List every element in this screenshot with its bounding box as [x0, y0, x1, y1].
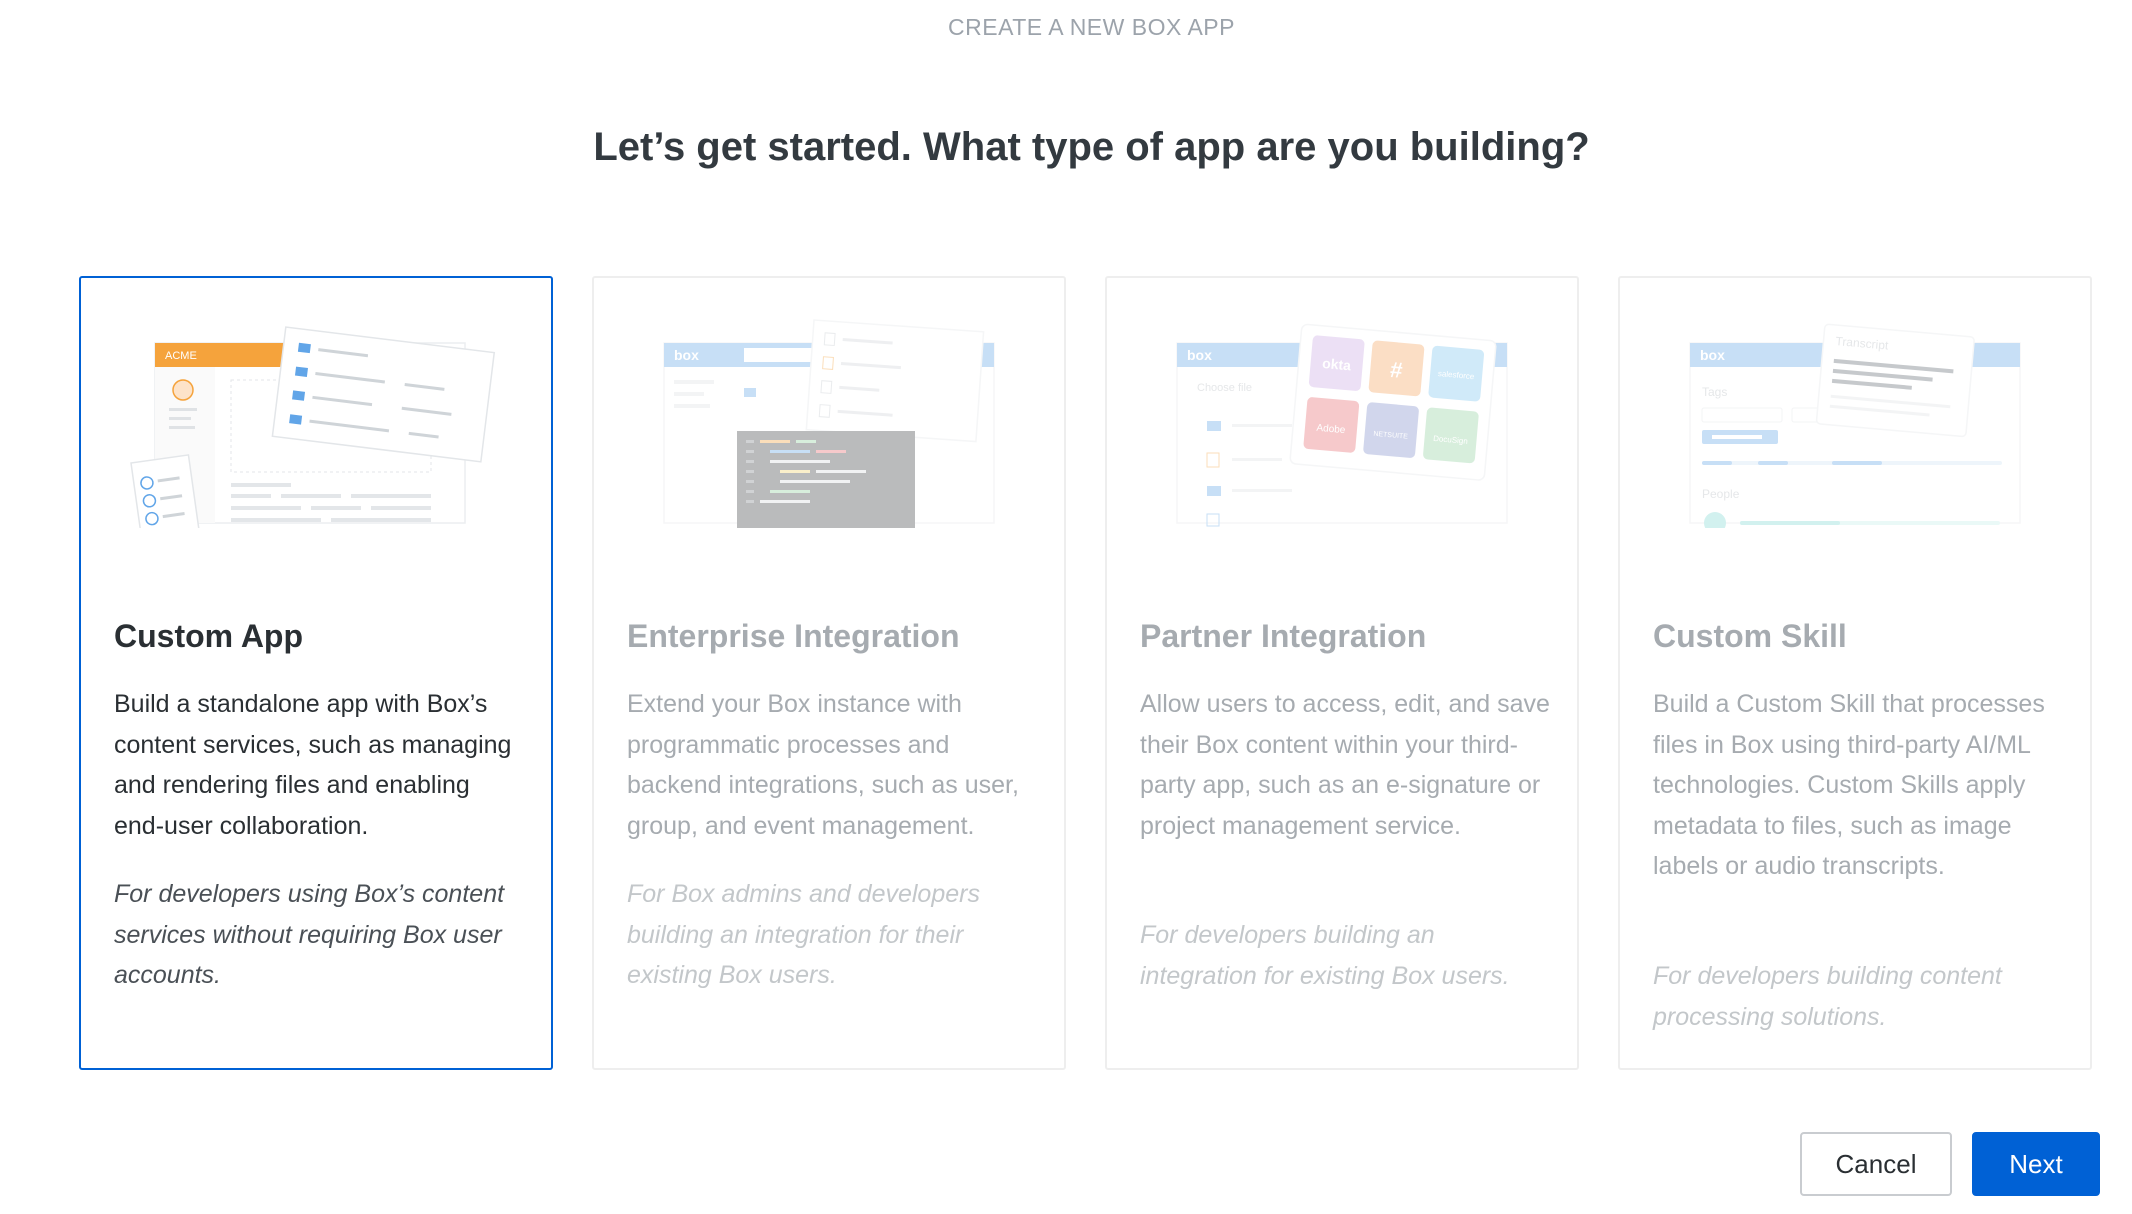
people-label: People	[1702, 487, 1740, 501]
acme-label: ACME	[165, 350, 197, 362]
card-title: Enterprise Integration	[627, 618, 960, 654]
card-custom-app[interactable]: ACME Custom App Build a standalone app w…	[79, 276, 553, 1070]
card-description: Build a standalone app with Box’s conten…	[114, 690, 512, 840]
card-title: Custom Skill	[1653, 618, 1847, 654]
card-description: Build a Custom Skill that processes file…	[1653, 690, 2045, 880]
partner-integration-illustration: box Choose file okta # salesforce Adobe …	[1176, 323, 1508, 527]
card-custom-skill[interactable]: box Tags People Transcript Custom Skill …	[1618, 276, 2092, 1070]
page-title: Let’s get started. What type of app are …	[593, 125, 1590, 169]
card-audience: For developers building content processi…	[1653, 962, 2002, 1031]
custom-app-illustration: ACME	[130, 326, 496, 528]
okta-tile: okta	[1322, 355, 1352, 373]
tags-label: Tags	[1702, 385, 1727, 399]
card-title: Partner Integration	[1140, 618, 1427, 654]
card-description: Allow users to access, edit, and save th…	[1140, 690, 1550, 840]
box-logo: box	[1187, 347, 1212, 363]
cancel-button[interactable]: Cancel	[1800, 1132, 1952, 1196]
choose-file-label: Choose file	[1197, 382, 1252, 394]
card-partner-integration[interactable]: box Choose file okta # salesforce Adobe …	[1105, 276, 1579, 1070]
card-title: Custom App	[114, 618, 304, 654]
next-button[interactable]: Next	[1972, 1132, 2100, 1196]
card-enterprise-integration[interactable]: box Enterprise Integration Extend your B…	[592, 276, 1066, 1070]
card-audience: For developers building an integration f…	[1140, 921, 1510, 990]
custom-skill-illustration: box Tags People Transcript	[1689, 323, 2021, 528]
box-logo: box	[674, 347, 699, 363]
page-eyebrow: CREATE A NEW BOX APP	[948, 14, 1235, 40]
card-description: Extend your Box instance with programmat…	[627, 690, 1019, 840]
box-logo: box	[1700, 347, 1725, 363]
slack-tile: #	[1389, 357, 1403, 383]
card-audience: For Box admins and developers building a…	[627, 880, 980, 989]
enterprise-integration-illustration: box	[663, 319, 995, 528]
card-audience: For developers using Box’s content servi…	[114, 880, 505, 989]
